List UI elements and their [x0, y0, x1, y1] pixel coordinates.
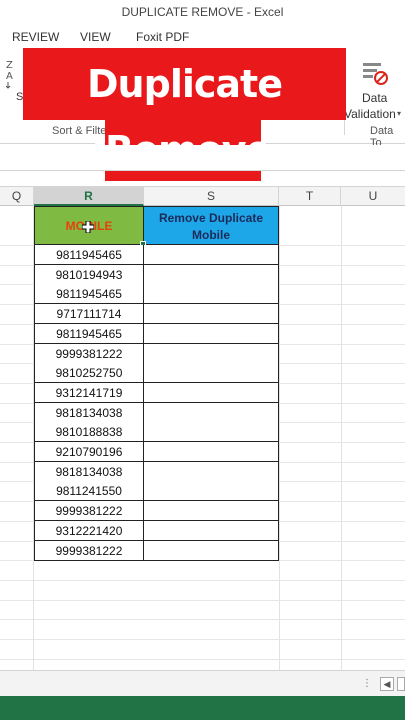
column-header-t[interactable]: T	[279, 187, 341, 206]
remove-duplicate-cell[interactable]	[144, 284, 279, 304]
column-header-u[interactable]: U	[341, 187, 405, 206]
mobile-number-cell[interactable]: 9811945465	[34, 324, 144, 344]
formula-bar[interactable]	[0, 145, 405, 171]
mobile-number-cell[interactable]: 9999381222	[34, 344, 144, 364]
grid-line	[0, 619, 405, 620]
horizontal-scrollbar[interactable]	[397, 677, 405, 691]
remove-duplicate-cell[interactable]	[144, 442, 279, 462]
remove-duplicate-cell[interactable]	[144, 403, 279, 423]
overlay-title-line1: Duplicate Numbers	[23, 48, 346, 178]
remove-duplicate-cell[interactable]	[144, 363, 279, 383]
mobile-number-cell[interactable]: 9999381222	[34, 501, 144, 521]
ribbon-tabs: REVIEW VIEW Foxit PDF	[0, 25, 405, 49]
svg-text:Z: Z	[6, 60, 13, 71]
remove-duplicate-cell[interactable]	[144, 501, 279, 521]
remove-duplicate-cell[interactable]	[144, 541, 279, 561]
grid-line	[0, 659, 405, 660]
tab-foxit-pdf[interactable]: Foxit PDF	[136, 30, 189, 44]
grid-line	[0, 580, 405, 581]
more-options-icon[interactable]: ⋮	[362, 678, 372, 689]
svg-text:A: A	[6, 71, 13, 82]
remove-duplicate-cell[interactable]	[144, 462, 279, 482]
column-headers: Q R S T U	[0, 186, 405, 206]
mobile-number-cell[interactable]: 9999381222	[34, 541, 144, 561]
tab-review[interactable]: REVIEW	[12, 30, 59, 44]
data-validation-label-1[interactable]: Data	[362, 91, 387, 105]
mobile-number-cell[interactable]: 9717111714	[34, 304, 144, 324]
mobile-number-cell[interactable]: 9810188838	[34, 422, 144, 442]
remove-duplicate-header-line2: Mobile	[192, 228, 230, 242]
mobile-number-cell[interactable]: 9811945465	[34, 284, 144, 304]
mobile-number-cell[interactable]: 9312221420	[34, 521, 144, 541]
remove-duplicate-header-cell[interactable]: Remove Duplicate Mobile	[144, 206, 279, 245]
grid-line	[0, 639, 405, 640]
mobile-number-cell[interactable]: 9818134038	[34, 462, 144, 482]
sheet-tab-bar: ⋮ ◀	[0, 670, 405, 696]
mobile-number-cell[interactable]: 9810194943	[34, 265, 144, 285]
remove-duplicate-cell[interactable]	[144, 481, 279, 501]
mobile-number-cell[interactable]: 9210790196	[34, 442, 144, 462]
mobile-number-cell[interactable]: 9811241550	[34, 481, 144, 501]
remove-duplicate-cell[interactable]	[144, 324, 279, 344]
mobile-number-cell[interactable]: 9811945465	[34, 245, 144, 265]
column-header-s[interactable]: S	[144, 187, 279, 206]
mobile-number-cell[interactable]: 9312141719	[34, 383, 144, 403]
column-header-r[interactable]: R	[34, 187, 144, 206]
chevron-down-icon[interactable]: ▾	[397, 109, 401, 118]
remove-duplicate-cell[interactable]	[144, 383, 279, 403]
grid-line	[341, 206, 342, 696]
remove-duplicate-cell[interactable]	[144, 422, 279, 442]
data-validation-label-2[interactable]: Validation	[344, 107, 396, 121]
mobile-number-cell[interactable]: 9810252750	[34, 363, 144, 383]
sort-az-icon[interactable]: ZA	[5, 57, 20, 89]
status-bar	[0, 696, 405, 720]
scroll-left-button[interactable]: ◀	[380, 677, 394, 691]
remove-duplicate-cell[interactable]	[144, 304, 279, 324]
worksheet-grid[interactable]: MOBILE Remove Duplicate Mobile 981194546…	[0, 206, 405, 719]
grid-line	[0, 600, 405, 601]
remove-duplicate-cell[interactable]	[144, 265, 279, 285]
data-validation-icon[interactable]	[360, 59, 388, 87]
window-title: DUPLICATE REMOVE - Excel	[0, 0, 405, 25]
remove-duplicate-header-line1: Remove Duplicate	[158, 211, 264, 225]
mobile-number-cell[interactable]: 9818134038	[34, 403, 144, 423]
remove-duplicate-cell[interactable]	[144, 521, 279, 541]
tab-view[interactable]: VIEW	[80, 30, 111, 44]
mouse-cursor-icon	[81, 220, 95, 234]
remove-duplicate-cell[interactable]	[144, 245, 279, 265]
grid-line	[279, 206, 280, 696]
remove-duplicate-cell[interactable]	[144, 344, 279, 364]
column-header-q[interactable]: Q	[0, 187, 34, 206]
